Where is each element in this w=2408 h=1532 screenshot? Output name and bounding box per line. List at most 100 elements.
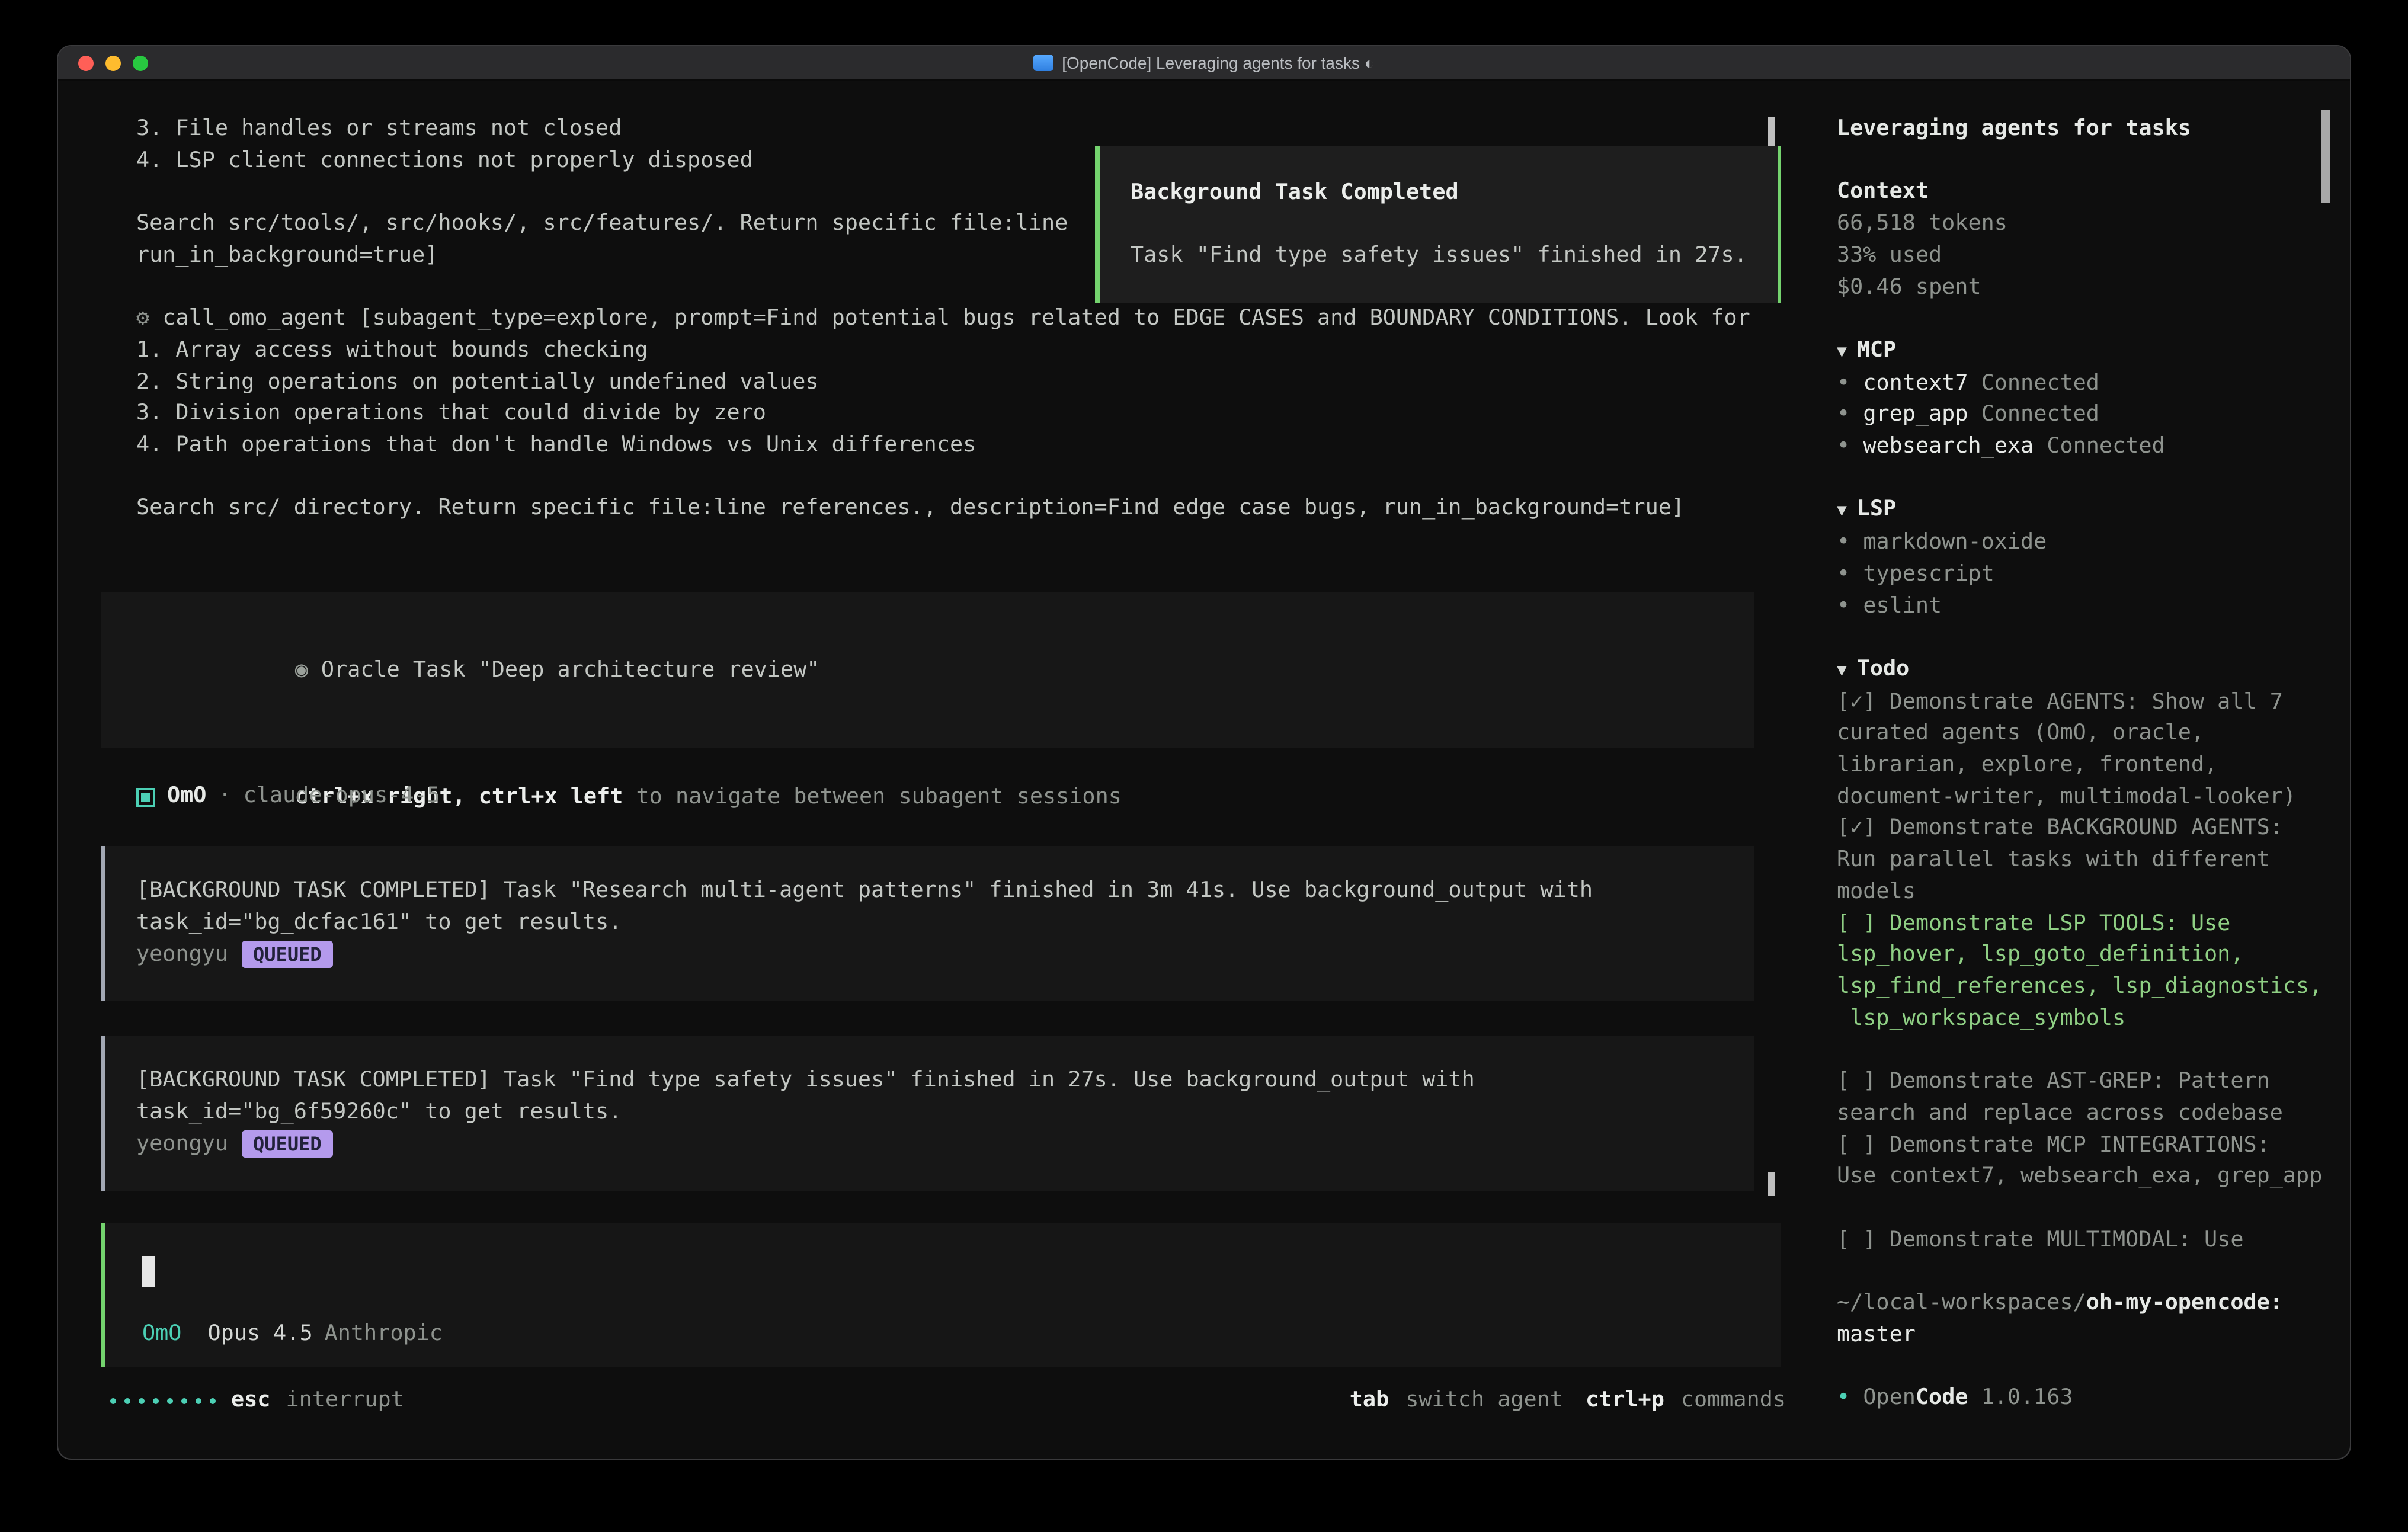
desktop-background: [OpenCode] Leveraging agents for tasks ◐… — [0, 0, 2408, 1532]
opencode-window: [OpenCode] Leveraging agents for tasks ◐… — [57, 45, 2351, 1460]
spinner-dots-icon — [110, 1398, 216, 1404]
sidebar-blank-line — [1837, 623, 2329, 654]
todo-item-done: Run parallel tasks with different — [1837, 845, 2329, 876]
lsp-item: • typescript — [1837, 559, 2329, 591]
lsp-section-heading[interactable]: ▼ LSP — [1837, 495, 2329, 527]
ctrlp-key-label: commands — [1681, 1386, 1786, 1417]
message-meta: yeongyuQUEUED — [136, 1129, 1754, 1160]
sidebar-session-title: Leveraging agents for tasks — [1837, 114, 2329, 145]
terminal-line: 3. Division operations that could divide… — [136, 399, 1788, 430]
agent-separator: · — [218, 781, 231, 813]
terminal-line: 4. Path operations that don't handle Win… — [136, 430, 1788, 461]
terminal-line: 3. File handles or streams not closed — [136, 114, 1788, 145]
oracle-task-panel: ◉Oracle Task "Deep architecture review" … — [101, 592, 1754, 748]
sidebar-blank-line — [1837, 1351, 2329, 1383]
sidebar-blank-line — [1837, 463, 2329, 494]
todo-item-done: librarian, explore, frontend, — [1837, 750, 2329, 781]
window-content: 3. File handles or streams not closed 4. … — [58, 81, 2350, 1460]
todo-item-done: models — [1837, 877, 2329, 908]
mcp-item: • websearch_exa Connected — [1837, 431, 2329, 463]
sidebar-blank-line — [1837, 1193, 2329, 1225]
todo-item-done: curated agents (OmO, oracle, — [1837, 719, 2329, 750]
message-text-line: task_id="bg_dcfac161" to get results. — [136, 908, 1754, 939]
oracle-blank-line — [137, 719, 1754, 750]
sidebar-blank-line — [1837, 145, 2329, 177]
toast-gap — [1131, 209, 1778, 241]
tab-hint: tab switch agent — [1350, 1386, 1563, 1417]
lsp-item: • eslint — [1837, 591, 2329, 622]
terminal-line: ⚙ call_omo_agent [subagent_type=explore,… — [136, 303, 1788, 335]
todo-item-pending: [ ] Demonstrate AST-GREP: Pattern — [1837, 1066, 2329, 1098]
prompt-input[interactable]: OmO Opus 4.5 Anthropic — [101, 1223, 1781, 1367]
oracle-task-title-line: ◉ Oracle Task "Deep architecture review" — [137, 623, 1754, 718]
terminal-line: 1. Array access without bounds checking — [136, 335, 1788, 367]
chat-scrollbar-end[interactable] — [1768, 1172, 1775, 1196]
toast-body: Task "Find type safety issues" finished … — [1131, 241, 1778, 273]
mcp-item: • context7 Connected — [1837, 368, 2329, 399]
todo-item-pending: search and replace across codebase — [1837, 1098, 2329, 1130]
background-task-message: [BACKGROUND TASK COMPLETED] Task "Resear… — [101, 846, 1754, 1001]
status-left: esc interrupt — [110, 1386, 404, 1417]
close-button[interactable] — [78, 55, 94, 70]
terminal-line: 2. String operations on potentially unde… — [136, 367, 1788, 398]
message-list: [BACKGROUND TASK COMPLETED] Task "Resear… — [58, 846, 1788, 1191]
sidebar-scrollbar-thumb[interactable] — [2321, 110, 2330, 203]
chat-pane[interactable]: 3. File handles or streams not closed 4. … — [58, 81, 1788, 1460]
agent-model: claude-opus-4-5 — [244, 781, 440, 813]
esc-key-label: interrupt — [286, 1386, 404, 1417]
queued-badge: QUEUED — [241, 941, 334, 969]
message-text-line: [BACKGROUND TASK COMPLETED] Task "Resear… — [136, 876, 1754, 907]
text-cursor — [142, 1256, 155, 1287]
mcp-section-heading[interactable]: ▼ MCP — [1837, 335, 2329, 368]
window-titlebar[interactable]: [OpenCode] Leveraging agents for tasks ◐ — [58, 46, 2350, 81]
context-tokens: 66,518 tokens — [1837, 209, 2329, 240]
opencode-version: • OpenCode 1.0.163 — [1837, 1383, 2329, 1414]
queued-badge: QUEUED — [241, 1131, 334, 1158]
todo-item-done: [✓] Demonstrate BACKGROUND AGENTS: — [1837, 813, 2329, 845]
window-title: [OpenCode] Leveraging agents for tasks ◐ — [58, 53, 2350, 72]
context-heading: Context — [1837, 177, 2329, 209]
status-right: tab switch agent ctrl+p commands — [1350, 1386, 1786, 1417]
keybind-hint-label: to navigate between subagent sessions — [623, 784, 1122, 809]
sidebar-lines: Leveraging agents for tasks Context66,51… — [1837, 114, 2329, 1415]
tab-key-hint: tab — [1350, 1386, 1389, 1417]
toast-notification: Background Task Completed Task "Find typ… — [1095, 146, 1781, 303]
record-circle-icon: ◉ — [295, 658, 308, 682]
window-title-text: [OpenCode] Leveraging agents for tasks ◐ — [1062, 53, 1374, 72]
sidebar-blank-line — [1837, 1035, 2329, 1066]
ctrlp-key-hint: ctrl+p — [1586, 1386, 1664, 1417]
esc-key-hint: esc — [231, 1386, 270, 1417]
todo-section-heading[interactable]: ▼ Todo — [1837, 654, 2329, 687]
terminal-line — [136, 461, 1788, 493]
context-spent: $0.46 spent — [1837, 272, 2329, 303]
message-text-line: task_id="bg_6f59260c" to get results. — [136, 1097, 1754, 1129]
todo-item-active: lsp_workspace_symbols — [1837, 1003, 2329, 1034]
input-model-provider: Anthropic — [325, 1319, 443, 1351]
input-model-name: Opus 4.5 — [207, 1319, 312, 1351]
todo-item-pending: Use context7, websearch_exa, grep_app — [1837, 1161, 2329, 1193]
traffic-lights — [58, 55, 148, 70]
minimize-button[interactable] — [105, 55, 121, 70]
input-agent-name: OmO — [142, 1319, 181, 1351]
terminal-line: Search src/ directory. Return specific f… — [136, 493, 1788, 525]
message-text-line: [BACKGROUND TASK COMPLETED] Task "Find t… — [136, 1065, 1754, 1097]
window-icon — [1033, 55, 1054, 71]
sidebar-blank-line — [1837, 1257, 2329, 1288]
todo-item-done: document-writer, multimodal-looker) — [1837, 782, 2329, 813]
toast-title: Background Task Completed — [1131, 178, 1778, 209]
gear-icon: ⚙ — [136, 306, 162, 331]
message-meta: yeongyu QUEUED — [136, 939, 1754, 970]
todo-item-active: lsp_find_references, lsp_diagnostics, — [1837, 972, 2329, 1003]
zoom-button[interactable] — [133, 55, 148, 70]
model-row: OmO Opus 4.5 Anthropic — [142, 1319, 443, 1351]
todo-item-pending: [ ] Demonstrate MULTIMODAL: Use — [1837, 1225, 2329, 1256]
todo-item-active: [ ] Demonstrate LSP TOOLS: Use — [1837, 908, 2329, 940]
lsp-item: • markdown-oxide — [1837, 527, 2329, 559]
background-task-message: [BACKGROUND TASK COMPLETED] Task "Find t… — [101, 1036, 1754, 1191]
workspace-path: ~/local-workspaces/oh-my-opencode: — [1837, 1288, 2329, 1319]
session-sidebar[interactable]: Leveraging agents for tasks Context66,51… — [1788, 81, 2351, 1460]
message-author: yeongyu — [136, 939, 228, 970]
oracle-task-title: Oracle Task "Deep architecture review" — [321, 658, 820, 682]
todo-item-active: lsp_hover, lsp_goto_definition, — [1837, 940, 2329, 972]
mcp-item: • grep_app Connected — [1837, 400, 2329, 431]
